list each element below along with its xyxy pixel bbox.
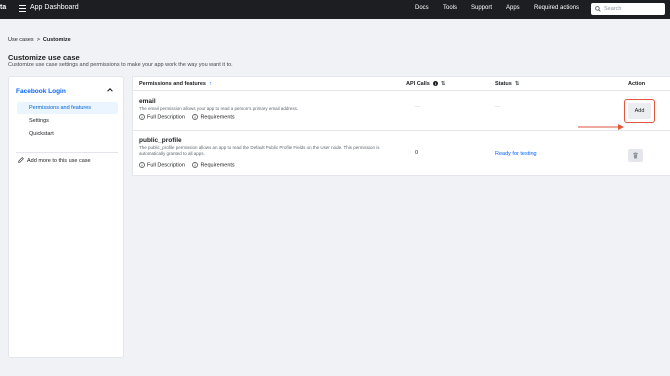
table-row: email The email permission allows your a… (133, 91, 670, 131)
status-ready-for-testing[interactable]: Ready for testing (495, 151, 537, 157)
sidebar-item-settings[interactable]: Settings (17, 115, 118, 127)
permission-description: The public_profile permission allows an … (139, 145, 380, 156)
sidebar-section-facebook-login[interactable]: Facebook Login (16, 88, 66, 95)
full-description-link[interactable]: Full Description (139, 114, 185, 121)
permission-description: The email permission allows your app to … (139, 106, 299, 111)
requirements-link[interactable]: Requirements (192, 114, 235, 121)
hamburger-menu-icon[interactable] (19, 5, 26, 13)
add-more-to-use-case-link[interactable]: Add more to this use case (18, 157, 91, 164)
nav-docs-link[interactable]: Docs (415, 5, 429, 11)
trash-icon (633, 152, 638, 159)
pencil-icon (18, 157, 24, 163)
permission-links: Full Description Requirements (139, 162, 241, 169)
requirements-label: Requirements (200, 162, 235, 169)
requirements-link[interactable]: Requirements (192, 162, 235, 169)
nav-apps-link[interactable]: Apps (506, 5, 520, 11)
permissions-table: Permissions and features ↑ API Calls i ⇅ St… (132, 76, 670, 176)
sidebar-item-permissions-and-features[interactable]: Permissions and features (17, 102, 118, 114)
table-row: public_profile The public_profile permis… (133, 132, 670, 177)
info-circle-icon (139, 114, 145, 120)
full-description-label: Full Description (147, 162, 185, 169)
info-circle-icon (192, 114, 199, 120)
page-subtitle: Customize use case settings and permissi… (8, 62, 233, 68)
info-circle-icon (139, 162, 145, 168)
nav-required-actions-link[interactable]: Required actions (534, 5, 579, 11)
header-api-calls-label: API Calls (406, 81, 430, 87)
sort-ascending-icon[interactable]: ↑ (209, 81, 212, 87)
chevron-up-icon[interactable] (107, 88, 113, 94)
nav-tools-link[interactable]: Tools (443, 5, 457, 11)
add-more-label: Add more to this use case (27, 158, 91, 164)
top-navigation-bar: ta App Dashboard Docs Tools Support Apps… (0, 0, 670, 19)
info-icon[interactable]: i (432, 81, 438, 86)
add-button-highlight: Add (624, 99, 655, 123)
use-case-sidebar: Facebook Login Permissions and features … (8, 76, 124, 358)
permission-links: Full Description Requirements (139, 114, 241, 121)
breadcrumb: Use cases > Customize (8, 37, 71, 43)
header-api-calls[interactable]: API Calls i ⇅ (406, 81, 445, 87)
nav-support-link[interactable]: Support (471, 5, 492, 11)
header-permissions-label: Permissions and features (139, 81, 206, 87)
sidebar-item-quickstart[interactable]: Quickstart (17, 128, 118, 140)
permission-name: public_profile (139, 137, 182, 144)
header-action: Action (628, 81, 646, 87)
sort-icon[interactable]: ⇅ (441, 81, 446, 87)
app-dashboard-title[interactable]: App Dashboard (30, 4, 79, 11)
requirements-label: Requirements (200, 114, 235, 121)
table-header: Permissions and features ↑ API Calls i ⇅ St… (133, 77, 670, 91)
remove-permission-button[interactable] (628, 149, 643, 162)
sidebar-divider (16, 152, 118, 153)
red-arrow-annotation (578, 124, 624, 130)
meta-logo[interactable]: ta (0, 4, 6, 11)
full-description-label: Full Description (147, 114, 185, 121)
search-icon (595, 6, 601, 12)
header-status[interactable]: Status ⇅ (495, 81, 519, 87)
search-box[interactable] (591, 3, 665, 15)
api-calls-value: 0 (415, 150, 419, 156)
api-calls-value: --- (415, 104, 421, 110)
page-title: Customize use case (8, 53, 80, 62)
search-input[interactable] (604, 4, 662, 14)
status-value: --- (495, 104, 501, 110)
info-circle-icon (192, 162, 199, 168)
full-description-link[interactable]: Full Description (139, 162, 185, 169)
header-permissions-and-features[interactable]: Permissions and features ↑ (139, 81, 212, 87)
breadcrumb-current: Customize (42, 37, 71, 43)
permission-name: email (139, 98, 156, 105)
add-permission-button[interactable]: Add (628, 103, 651, 119)
breadcrumb-separator: > (36, 37, 40, 43)
header-status-label: Status (495, 81, 512, 87)
breadcrumb-use-cases[interactable]: Use cases (8, 37, 34, 43)
sort-icon[interactable]: ⇅ (515, 81, 520, 87)
